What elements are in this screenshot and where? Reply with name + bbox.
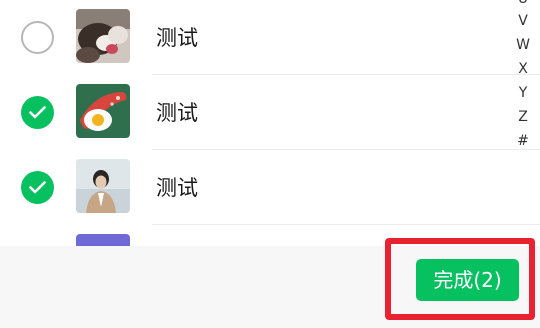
contact-row[interactable]: 测试	[0, 0, 540, 75]
index-letter-z[interactable]: Z	[514, 109, 532, 125]
select-circle[interactable]	[21, 171, 54, 204]
avatar	[76, 84, 130, 138]
checkmark-icon	[29, 106, 46, 119]
avatar	[76, 234, 130, 246]
avatar	[76, 9, 130, 63]
index-letter-w[interactable]: W	[514, 37, 532, 53]
index-letter-v[interactable]: V	[514, 13, 532, 29]
checkmark-icon	[29, 181, 46, 194]
index-letter-x[interactable]: X	[514, 61, 532, 77]
select-circle[interactable]	[21, 21, 54, 54]
highlight-box	[385, 238, 535, 320]
contact-row[interactable]: 测试	[0, 150, 540, 225]
contact-name: 测试	[156, 176, 198, 200]
index-letter-hash[interactable]: #	[514, 133, 532, 149]
contact-name: 测试	[156, 101, 198, 125]
index-letter-u[interactable]: U	[514, 0, 532, 7]
alphabet-index-bar[interactable]: U V W X Y Z #	[514, 0, 532, 160]
avatar	[76, 159, 130, 213]
contact-row[interactable]: 测试	[0, 75, 540, 150]
fried-egg-sausage-image	[76, 84, 130, 138]
select-circle[interactable]	[21, 96, 54, 129]
index-letter-y[interactable]: Y	[514, 85, 532, 101]
person-by-sea-image	[76, 159, 130, 213]
dog-photo-image	[76, 9, 130, 63]
contact-name: 测试	[156, 26, 198, 50]
contact-list: 测试 测试 测试 V W X Y Z #	[0, 0, 540, 246]
purple-avatar-image	[76, 234, 130, 246]
